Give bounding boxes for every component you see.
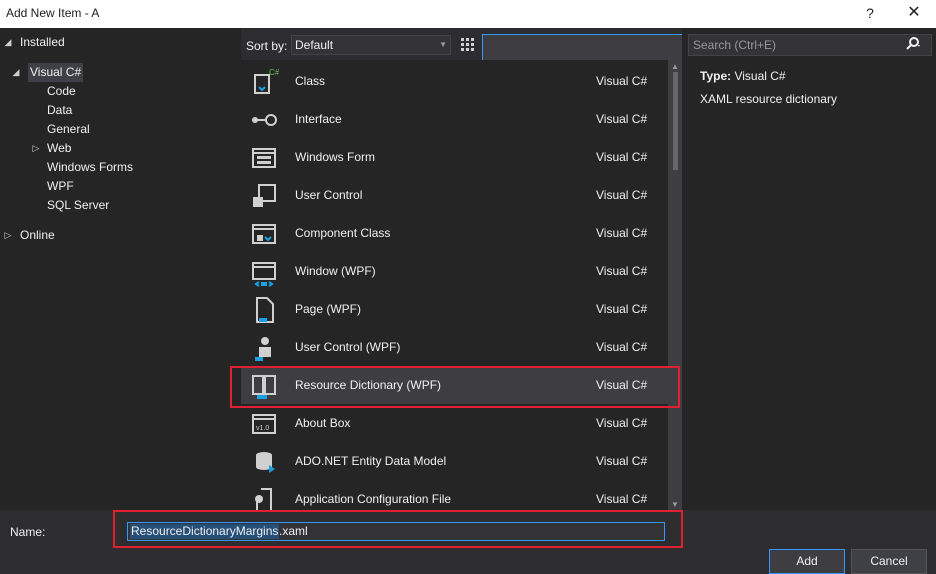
- tree-item-data[interactable]: Data: [47, 101, 72, 120]
- list-item-user-control[interactable]: User Control Visual C#: [241, 176, 668, 214]
- config-file-icon: [255, 488, 272, 510]
- item-type: Visual C#: [596, 150, 648, 164]
- entity-data-model-icon: [256, 452, 275, 473]
- list-item-user-control-wpf[interactable]: User Control (WPF) Visual C#: [241, 328, 668, 366]
- tree-item-web[interactable]: Web: [47, 139, 71, 158]
- list-item-class[interactable]: C# Class Visual C#: [241, 62, 668, 100]
- item-name: Page (WPF): [295, 302, 362, 316]
- highlight-box-name-input: [113, 510, 683, 548]
- sort-label: Sort by:: [246, 39, 288, 53]
- about-box-icon: v1.0: [252, 414, 276, 434]
- item-type: Visual C#: [596, 112, 648, 126]
- item-name: Component Class: [295, 226, 391, 240]
- search-icon[interactable]: [905, 36, 921, 52]
- tree-item-windows-forms[interactable]: Windows Forms: [47, 158, 133, 177]
- highlight-box-selected-item: [230, 366, 680, 408]
- windows-form-icon: [252, 148, 276, 168]
- item-type: Visual C#: [596, 226, 648, 240]
- svg-text:C#: C#: [269, 68, 279, 77]
- scrollbar-thumb[interactable]: [673, 72, 678, 170]
- list-item-entity-data-model[interactable]: ADO.NET Entity Data Model Visual C#: [241, 442, 668, 480]
- item-type: Visual C#: [596, 454, 648, 468]
- expand-arrow-icon[interactable]: ▷: [3, 226, 13, 245]
- item-type: Visual C#: [596, 74, 648, 88]
- item-name: Windows Form: [295, 150, 376, 164]
- close-button[interactable]: ✕: [904, 3, 924, 23]
- tree-item-code[interactable]: Code: [47, 82, 76, 101]
- window-wpf-icon: [252, 262, 276, 287]
- type-label: Type:: [700, 69, 732, 83]
- class-icon: C#: [254, 68, 279, 94]
- collapse-arrow-icon[interactable]: ◢: [11, 63, 21, 82]
- item-name: Interface: [295, 112, 342, 126]
- help-button[interactable]: ?: [860, 3, 880, 23]
- list-item-component-class[interactable]: Component Class Visual C#: [241, 214, 668, 252]
- type-info: Type: Visual C#: [700, 69, 786, 83]
- item-name: Class: [295, 74, 326, 88]
- tree-item-sql-server[interactable]: SQL Server: [47, 196, 109, 215]
- item-type: Visual C#: [596, 416, 648, 430]
- name-label: Name:: [10, 525, 46, 539]
- expand-arrow-icon[interactable]: ▷: [31, 139, 41, 158]
- tree-item-wpf[interactable]: WPF: [47, 177, 74, 196]
- component-class-icon: [252, 224, 276, 244]
- item-name: ADO.NET Entity Data Model: [295, 454, 447, 468]
- tree-item-installed[interactable]: Installed: [20, 33, 65, 52]
- template-list: C# Class Visual C# Interface Visual C# W…: [241, 60, 668, 510]
- list-item-about-box[interactable]: v1.0 About Box Visual C#: [241, 404, 668, 442]
- item-description: XAML resource dictionary: [700, 92, 837, 106]
- item-name: User Control: [295, 188, 363, 202]
- item-type: Visual C#: [596, 340, 648, 354]
- window-title: Add New Item - A: [6, 6, 100, 20]
- add-button[interactable]: Add: [769, 549, 845, 574]
- list-item-windows-form[interactable]: Windows Form Visual C#: [241, 138, 668, 176]
- svg-text:v1.0: v1.0: [256, 425, 269, 432]
- list-item-page-wpf[interactable]: Page (WPF) Visual C#: [241, 290, 668, 328]
- item-type: Visual C#: [596, 492, 648, 506]
- user-control-wpf-icon: [255, 337, 271, 361]
- sort-value: Default: [295, 38, 334, 52]
- tree-item-online[interactable]: Online: [20, 226, 55, 245]
- title-bar: Add New Item - A ? ✕: [0, 0, 936, 28]
- sort-dropdown[interactable]: Default ▼: [291, 35, 451, 55]
- search-input[interactable]: Search (Ctrl+E): [688, 34, 932, 56]
- cancel-button[interactable]: Cancel: [851, 549, 927, 574]
- scroll-up-icon[interactable]: ▲: [668, 62, 682, 71]
- template-tree: [0, 28, 241, 510]
- search-placeholder: Search (Ctrl+E): [693, 38, 777, 52]
- list-item-interface[interactable]: Interface Visual C#: [241, 100, 668, 138]
- item-name: About Box: [295, 416, 351, 430]
- tree-item-visual-csharp[interactable]: Visual C#: [28, 63, 84, 82]
- item-type: Visual C#: [596, 264, 648, 278]
- collapse-arrow-icon[interactable]: ◢: [3, 33, 13, 52]
- list-item-window-wpf[interactable]: Window (WPF) Visual C#: [241, 252, 668, 290]
- item-type: Visual C#: [596, 188, 648, 202]
- item-type: Visual C#: [596, 302, 648, 316]
- item-name: User Control (WPF): [295, 340, 401, 354]
- tree-item-general[interactable]: General: [47, 120, 90, 139]
- page-wpf-icon: [256, 297, 274, 323]
- type-value: Visual C#: [734, 69, 786, 83]
- scroll-down-icon[interactable]: ▼: [668, 500, 682, 509]
- chevron-down-icon: ▼: [439, 40, 447, 49]
- item-name: Window (WPF): [295, 264, 376, 278]
- item-name: Application Configuration File: [295, 492, 452, 506]
- list-item-config-file[interactable]: Application Configuration File Visual C#: [241, 480, 668, 510]
- user-control-icon: [253, 184, 276, 207]
- grid-view-icon[interactable]: [458, 35, 476, 53]
- interface-icon: [252, 114, 277, 126]
